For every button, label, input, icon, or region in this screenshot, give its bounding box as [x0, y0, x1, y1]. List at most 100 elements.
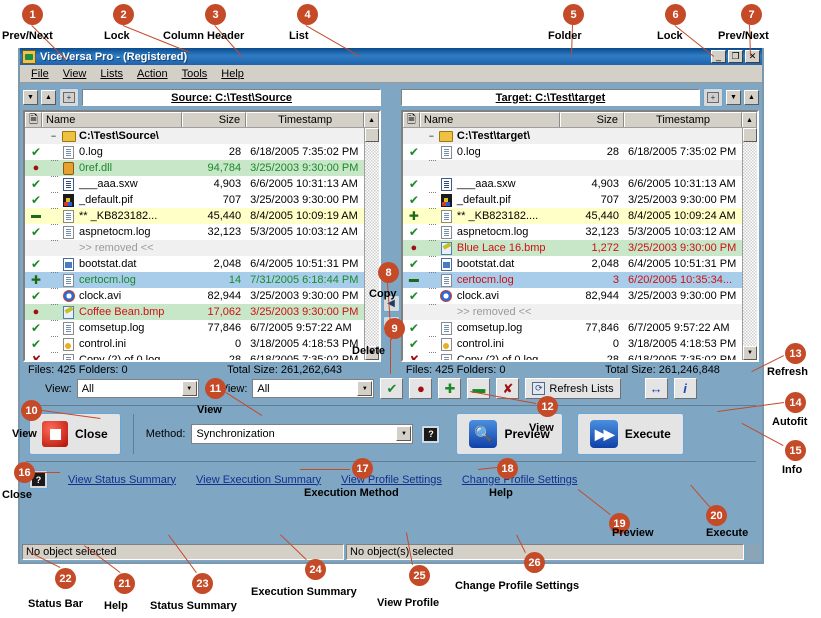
target-col-size[interactable]: Size: [560, 112, 625, 127]
table-row[interactable]: ✔ clock.avi 82,944 3/25/2003 9:30:00 PM: [402, 288, 743, 305]
annotation-label-15: Info: [782, 464, 803, 476]
table-row[interactable]: >> removed <<: [402, 304, 743, 320]
annotation-label-11: View: [197, 404, 222, 416]
source-vertical-scrollbar[interactable]: ▼: [364, 128, 380, 360]
table-row[interactable]: ✔ aspnetocm.log 32,123 5/3/2005 10:03:12 AM: [402, 224, 743, 241]
row-status-icon: ▬: [31, 210, 41, 221]
filter-dot-button[interactable]: ●: [409, 378, 433, 399]
table-row[interactable]: ✔ 0.log 28 6/18/2005 7:35:02 PM: [25, 144, 365, 161]
table-row[interactable]: ✔ bootstat.dat 2,048 6/4/2005 10:51:31 PM: [25, 256, 365, 273]
table-row[interactable]: ▬ ** _KB823182... 45,440 8/4/2005 10:09:19 …: [25, 208, 365, 225]
target-list[interactable]: 🗎 Name Size Timestamp ▲ − C:\Test\target\…: [400, 110, 760, 362]
double-arrow-icon: ▶▶: [589, 420, 618, 448]
table-row[interactable]: ✔ aspnetocm.log 32,123 5/3/2005 10:03:12 AM: [25, 224, 365, 241]
filter-minus-button[interactable]: ▬: [467, 378, 491, 399]
target-scroll-down-arrow[interactable]: ▼: [743, 346, 758, 360]
target-view-select[interactable]: All ▼: [252, 379, 375, 398]
link-change-profile-settings[interactable]: Change Profile Settings: [462, 474, 578, 486]
chevron-down-icon[interactable]: ▼: [396, 426, 412, 441]
target-next-button[interactable]: ▲: [744, 90, 760, 105]
target-prev-button[interactable]: ▼: [726, 90, 742, 105]
table-row[interactable]: ✔ ___aaa.sxw 4,903 6/6/2005 10:31:13 AM: [402, 176, 743, 193]
row-status-icon: ✔: [30, 289, 42, 303]
close-window-button[interactable]: ✕: [745, 50, 760, 63]
table-row[interactable]: ✘ Copy (2) of 0.log 28 6/18/2005 7:35:02 PM: [25, 352, 365, 360]
autofit-button[interactable]: ↔: [644, 378, 668, 399]
source-scroll-thumb[interactable]: [365, 128, 380, 142]
table-row[interactable]: ✘ Copy (2) of 0.log 28 6/18/2005 7:35:02 PM: [402, 352, 743, 360]
table-row[interactable]: ▬ certocm.log 3 6/20/2005 10:35:34...: [402, 272, 743, 289]
source-next-button[interactable]: ▲: [41, 90, 56, 105]
source-column-header: 🗎 Name Size Timestamp ▲: [25, 112, 380, 128]
table-row[interactable]: ✔ control.ini 0 3/18/2005 4:18:53 PM: [402, 336, 743, 353]
target-col-icon[interactable]: 🗎: [402, 112, 420, 127]
table-row[interactable]: >> removed <<: [25, 240, 365, 256]
filter-check-button[interactable]: ✔: [380, 378, 404, 399]
table-row[interactable]: ● Blue Lace 16.bmp 1,272 3/25/2003 9:30:00 …: [402, 240, 743, 257]
execute-button[interactable]: ▶▶ Execute: [576, 413, 684, 455]
preview-button[interactable]: 🔍 Preview: [456, 413, 563, 455]
filter-plus-button[interactable]: ✚: [438, 378, 462, 399]
row-status-icon: ✔: [408, 337, 419, 351]
chevron-down-icon[interactable]: ▼: [357, 381, 373, 396]
annotation-label-10: View: [12, 428, 37, 440]
table-row[interactable]: ✔ clock.avi 82,944 3/25/2003 9:30:00 PM: [25, 288, 365, 305]
menu-item-file[interactable]: File: [24, 67, 56, 81]
source-col-name[interactable]: Name: [42, 112, 183, 127]
target-col-name[interactable]: Name: [419, 112, 561, 127]
table-row[interactable]: ● Coffee Bean.bmp 17,062 3/25/2003 9:30:00 …: [25, 304, 365, 321]
tree-expander[interactable]: −: [425, 131, 438, 141]
target-lock-button[interactable]: +: [703, 88, 724, 107]
source-prev-button[interactable]: ▼: [23, 90, 38, 105]
table-row[interactable]: ✔ ___aaa.sxw 4,903 6/6/2005 10:31:13 AM: [25, 176, 365, 193]
menu-item-help[interactable]: Help: [214, 67, 251, 81]
link-view-execution-summary[interactable]: View Execution Summary: [196, 474, 321, 486]
menu-item-lists[interactable]: Lists: [93, 67, 130, 81]
method-help-button[interactable]: ?: [421, 424, 441, 444]
table-row[interactable]: [402, 160, 743, 176]
source-col-icon[interactable]: 🗎: [25, 112, 42, 127]
row-status-icon: ✔: [408, 225, 419, 239]
table-row[interactable]: ✔ control.ini 0 3/18/2005 4:18:53 PM: [25, 336, 365, 353]
refresh-lists-button[interactable]: ⟳ Refresh Lists: [525, 378, 621, 399]
target-col-timestamp[interactable]: Timestamp: [624, 112, 743, 127]
table-row[interactable]: ✔ comsetup.log 77,846 6/7/2005 9:57:22 AM: [402, 320, 743, 337]
list-root-row[interactable]: − C:\Test\Source\: [25, 128, 365, 144]
list-root-row[interactable]: − C:\Test\target\: [402, 128, 743, 144]
table-row[interactable]: ✔ _default.pif 707 3/25/2003 9:30:00 PM: [25, 192, 365, 209]
table-row[interactable]: ✚ ** _KB823182.... 45,440 8/4/2005 10:09:24…: [402, 208, 743, 225]
target-scroll-track[interactable]: [743, 142, 758, 346]
target-rows-area: − C:\Test\target\ ✔ 0.log 28 6/18/2005 7:35:0…: [402, 128, 758, 360]
table-row[interactable]: ✔ bootstat.dat 2,048 6/4/2005 10:51:31 PM: [402, 256, 743, 273]
source-col-timestamp[interactable]: Timestamp: [246, 112, 365, 127]
resize-grip[interactable]: [746, 544, 760, 560]
source-col-scroll-up[interactable]: ▲: [364, 112, 380, 127]
link-view-status-summary[interactable]: View Status Summary: [68, 474, 176, 486]
menu-item-tools[interactable]: Tools: [175, 67, 215, 81]
source-path-label[interactable]: Source: C:\Test\Source: [82, 89, 382, 106]
info-button[interactable]: i: [673, 378, 697, 399]
source-list[interactable]: 🗎 Name Size Timestamp ▲ − C:\Test\Source\…: [23, 110, 382, 362]
annotation-label-5: Folder: [548, 30, 582, 42]
table-row[interactable]: ✔ 0.log 28 6/18/2005 7:35:02 PM: [402, 144, 743, 161]
table-row[interactable]: ● 0ref.dll 94,784 3/25/2003 9:30:00 PM: [25, 160, 365, 177]
table-row[interactable]: ✚ certocm.log 14 7/31/2005 6:18:44 PM: [25, 272, 365, 289]
close-button[interactable]: Close: [29, 413, 121, 455]
chevron-down-icon[interactable]: ▼: [181, 381, 197, 396]
maximize-button[interactable]: ❐: [728, 50, 743, 63]
target-col-scroll-up[interactable]: ▲: [742, 112, 758, 127]
source-lock-button[interactable]: +: [59, 88, 79, 107]
table-row[interactable]: ✔ comsetup.log 77,846 6/7/2005 9:57:22 AM: [25, 320, 365, 337]
target-path-label[interactable]: Target: C:\Test\target: [400, 89, 701, 106]
menu-item-action[interactable]: Action: [130, 67, 175, 81]
target-scroll-thumb[interactable]: [743, 128, 758, 142]
row-file-name: control.ini: [456, 338, 504, 350]
source-scroll-track[interactable]: [365, 142, 380, 346]
table-row[interactable]: ✔ _default.pif 707 3/25/2003 9:30:00 PM: [402, 192, 743, 209]
method-select[interactable]: Synchronization ▼: [191, 424, 414, 444]
target-vertical-scrollbar[interactable]: ▼: [742, 128, 758, 360]
source-view-select[interactable]: All ▼: [76, 379, 199, 398]
source-col-size[interactable]: Size: [182, 112, 247, 127]
menu-item-view[interactable]: View: [56, 67, 94, 81]
tree-expander[interactable]: −: [47, 131, 60, 141]
